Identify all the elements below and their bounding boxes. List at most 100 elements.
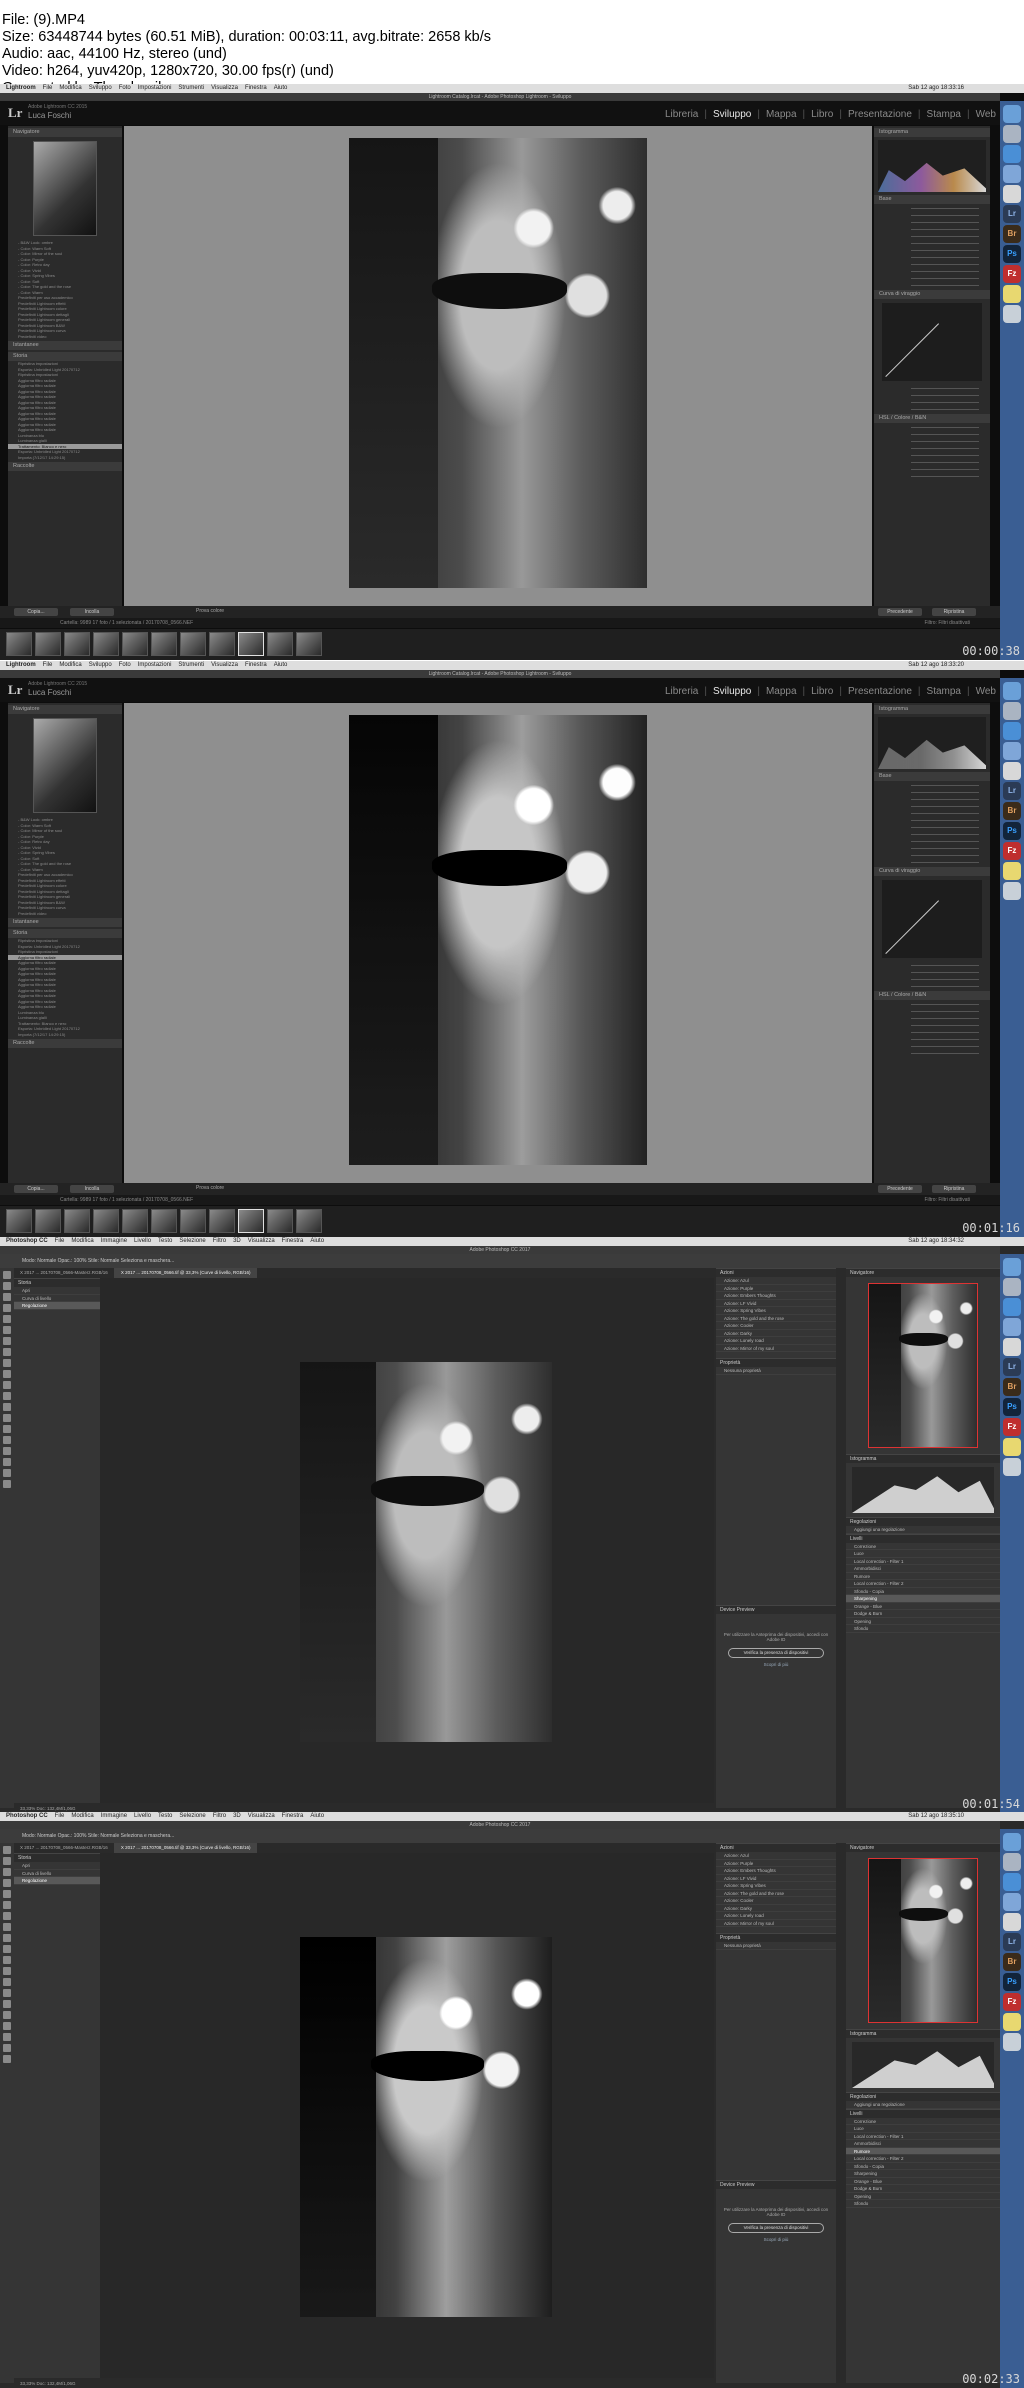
menu-lightroom[interactable]: Lightroom bbox=[6, 84, 36, 93]
slider[interactable] bbox=[880, 438, 984, 444]
slider[interactable] bbox=[880, 983, 984, 989]
quick-select-tool-icon[interactable] bbox=[3, 1879, 11, 1887]
slider[interactable] bbox=[880, 226, 984, 232]
layer-row[interactable]: Luce bbox=[846, 1550, 1000, 1558]
launchpad-icon[interactable] bbox=[1003, 125, 1021, 143]
history-item[interactable]: Importa (7/12/17 14:29:15) bbox=[8, 1032, 122, 1038]
film-thumb[interactable] bbox=[296, 1209, 322, 1233]
slider[interactable] bbox=[880, 466, 984, 472]
filezilla-icon[interactable]: Fz bbox=[1003, 1993, 1021, 2011]
module-library[interactable]: Libreria bbox=[665, 686, 698, 697]
photos-icon[interactable] bbox=[1003, 762, 1021, 780]
film-thumb[interactable] bbox=[267, 1209, 293, 1233]
action-item[interactable]: Azione: Cooler bbox=[716, 1897, 836, 1905]
safari-icon[interactable] bbox=[1003, 1298, 1021, 1316]
collections-header[interactable]: Raccolte bbox=[8, 1039, 122, 1048]
film-thumb[interactable] bbox=[6, 1209, 32, 1233]
module-slideshow[interactable]: Presentazione bbox=[848, 109, 912, 120]
slider[interactable] bbox=[880, 261, 984, 267]
film-thumb[interactable] bbox=[267, 632, 293, 656]
slider[interactable] bbox=[880, 1043, 984, 1049]
photoshop-icon[interactable]: Ps bbox=[1003, 1973, 1021, 1991]
photos-icon[interactable] bbox=[1003, 1338, 1021, 1356]
history-header[interactable]: Storia bbox=[14, 1278, 100, 1287]
slider[interactable] bbox=[880, 392, 984, 398]
slider[interactable] bbox=[880, 1022, 984, 1028]
type-tool-icon[interactable] bbox=[3, 2011, 11, 2019]
type-tool-icon[interactable] bbox=[3, 1436, 11, 1444]
menu-window[interactable]: Finestra bbox=[245, 661, 267, 670]
filezilla-icon[interactable]: Fz bbox=[1003, 1418, 1021, 1436]
menu-develop[interactable]: Sviluppo bbox=[89, 84, 112, 93]
menu-photo[interactable]: Foto bbox=[119, 661, 131, 670]
history-step-selected[interactable]: Regolazione bbox=[14, 1302, 100, 1310]
dodge-tool-icon[interactable] bbox=[3, 1414, 11, 1422]
copy-button[interactable]: Copia... bbox=[14, 1185, 58, 1193]
module-map[interactable]: Mappa bbox=[766, 109, 797, 120]
photos-icon[interactable] bbox=[1003, 1913, 1021, 1931]
menu-window[interactable]: Finestra bbox=[282, 1237, 304, 1246]
layer-row-selected[interactable]: Rumore bbox=[846, 2147, 1000, 2155]
move-tool-icon[interactable] bbox=[3, 1271, 11, 1279]
navigator-header[interactable]: Navigatore bbox=[846, 1268, 1000, 1277]
slider[interactable] bbox=[880, 782, 984, 788]
filter-label[interactable]: Filtro: Filtri disattivati bbox=[924, 618, 970, 628]
history-step[interactable]: Apri bbox=[14, 1287, 100, 1295]
tone-curve-graph[interactable] bbox=[882, 880, 982, 958]
menu-develop[interactable]: Sviluppo bbox=[89, 661, 112, 670]
shape-tool-icon[interactable] bbox=[3, 1458, 11, 1466]
module-web[interactable]: Web bbox=[976, 686, 996, 697]
check-devices-button[interactable]: Verifica la presenza di dispositivi bbox=[728, 2222, 824, 2233]
slider[interactable] bbox=[880, 831, 984, 837]
module-develop[interactable]: Sviluppo bbox=[713, 109, 751, 120]
filmstrip-source[interactable]: Cartella: 9989 17 foto / 1 selezionata /… bbox=[60, 1197, 193, 1203]
action-item[interactable]: Azione: Mirror of my soul bbox=[716, 1920, 836, 1927]
menu-edit[interactable]: Modifica bbox=[59, 661, 81, 670]
photos-icon[interactable] bbox=[1003, 185, 1021, 203]
launchpad-icon[interactable] bbox=[1003, 1278, 1021, 1296]
action-item[interactable]: Azione: Lonely road bbox=[716, 1337, 836, 1345]
slider[interactable] bbox=[880, 205, 984, 211]
slider[interactable] bbox=[880, 852, 984, 858]
mail-icon[interactable] bbox=[1003, 1318, 1021, 1336]
history-step-selected[interactable]: Regolazione bbox=[14, 1877, 100, 1885]
layer-row[interactable]: Opening bbox=[846, 1618, 1000, 1625]
notes-icon[interactable] bbox=[1003, 285, 1021, 303]
layer-row[interactable]: Local correction - Filter 1 bbox=[846, 2133, 1000, 2140]
eyedropper-tool-icon[interactable] bbox=[3, 1901, 11, 1909]
notes-icon[interactable] bbox=[1003, 862, 1021, 880]
menu-settings[interactable]: Impostazioni bbox=[138, 661, 172, 670]
history-brush-tool-icon[interactable] bbox=[3, 1370, 11, 1378]
stamp-tool-icon[interactable] bbox=[3, 1934, 11, 1942]
action-item[interactable]: Azione: Spring Vibes bbox=[716, 1307, 836, 1315]
options-bar[interactable]: Modo: Normale Opac.: 100% Stile: Normale… bbox=[0, 1254, 1000, 1268]
adjustments-header[interactable]: Regolazioni bbox=[846, 2092, 1000, 2101]
doc-tab-active[interactable]: X 2017 ... 20170708_0566.tif @ 33,3% (Cu… bbox=[114, 1268, 258, 1278]
options-bar[interactable]: Modo: Normale Opac.: 100% Stile: Normale… bbox=[0, 1829, 1000, 1843]
menu-window[interactable]: Finestra bbox=[245, 84, 267, 93]
layer-row[interactable]: Sfondo bbox=[846, 1625, 1000, 1633]
film-thumb-selected[interactable] bbox=[238, 632, 264, 656]
menu-3d[interactable]: 3D bbox=[233, 1237, 241, 1246]
adjustments-header[interactable]: Regolazioni bbox=[846, 1517, 1000, 1526]
film-thumb[interactable] bbox=[151, 632, 177, 656]
brush-tool-icon[interactable] bbox=[3, 1348, 11, 1356]
slider[interactable] bbox=[880, 796, 984, 802]
trash-icon[interactable] bbox=[1003, 2033, 1021, 2051]
slider[interactable] bbox=[880, 1036, 984, 1042]
soft-proof-toggle[interactable]: Prova colore bbox=[196, 1185, 224, 1191]
layer-row[interactable]: Correzione bbox=[846, 2118, 1000, 2125]
slider[interactable] bbox=[880, 219, 984, 225]
eyedropper-tool-icon[interactable] bbox=[3, 1326, 11, 1334]
layer-row[interactable]: Ammorbidisci bbox=[846, 1565, 1000, 1573]
hsl-header[interactable]: HSL / Colore / B&N bbox=[874, 414, 990, 423]
photoshop-icon[interactable]: Ps bbox=[1003, 245, 1021, 263]
menu-help[interactable]: Aiuto bbox=[310, 1812, 324, 1821]
collections-header[interactable]: Raccolte bbox=[8, 462, 122, 471]
layer-row[interactable]: Orange - Blue bbox=[846, 1603, 1000, 1610]
slider[interactable] bbox=[880, 1015, 984, 1021]
slider[interactable] bbox=[880, 459, 984, 465]
previous-button[interactable]: Precedente bbox=[878, 1185, 922, 1193]
hsl-header[interactable]: HSL / Colore / B&N bbox=[874, 991, 990, 1000]
actions-header[interactable]: Azioni bbox=[716, 1268, 836, 1277]
